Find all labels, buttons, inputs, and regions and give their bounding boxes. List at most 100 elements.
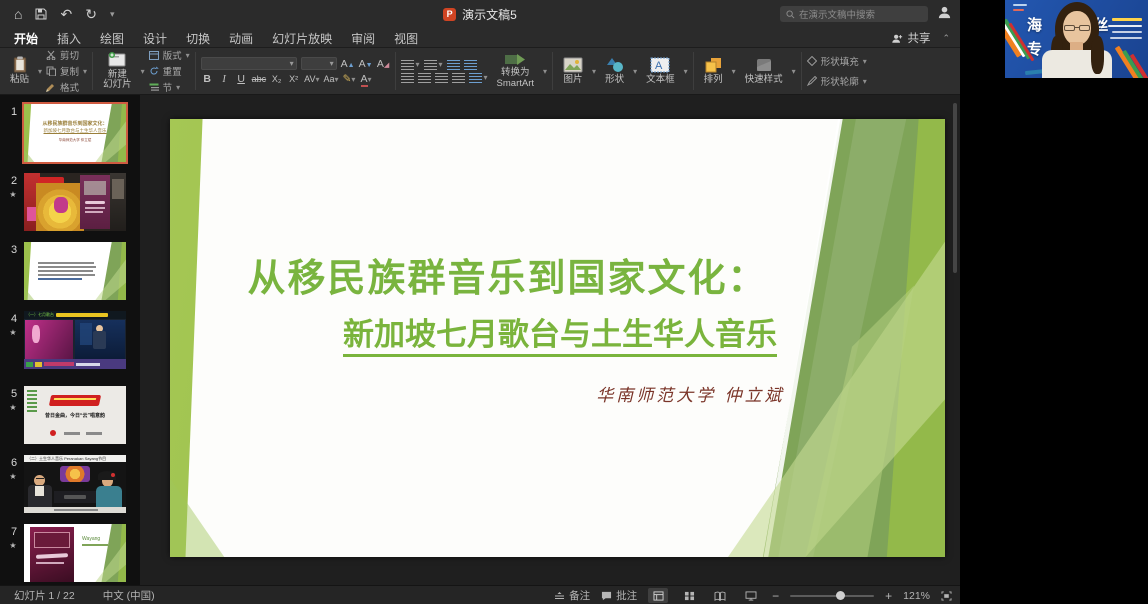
change-case-button[interactable]: Aa▾ xyxy=(324,74,339,84)
slide-sorter-view-button[interactable] xyxy=(679,588,699,603)
reading-view-button[interactable] xyxy=(710,588,730,603)
align-right-button[interactable] xyxy=(435,73,448,83)
slide-thumbnail-4[interactable]: （一）七月歌台 xyxy=(24,311,126,369)
animation-star-icon: ★ xyxy=(5,472,21,481)
quick-styles-caret-icon[interactable]: ▾ xyxy=(792,67,796,76)
home-icon[interactable]: ⌂ xyxy=(14,6,22,22)
picture-button[interactable]: 图片 xyxy=(558,56,588,86)
tab-transitions[interactable]: 切换 xyxy=(186,30,210,47)
share-button[interactable]: 共享 xyxy=(891,30,930,46)
arrange-caret-icon[interactable]: ▾ xyxy=(732,67,736,76)
underline-button[interactable]: U xyxy=(235,73,248,85)
new-slide-button[interactable]: 新建幻灯片 xyxy=(98,51,137,92)
normal-view-button[interactable] xyxy=(648,588,668,603)
undo-icon[interactable]: ↶ xyxy=(60,6,72,23)
cut-button[interactable]: 剪切 xyxy=(46,48,87,62)
quick-styles-button[interactable]: 快速样式 xyxy=(740,56,788,86)
zoom-slider-thumb[interactable] xyxy=(836,591,845,600)
new-slide-caret-icon[interactable]: ▾ xyxy=(141,67,145,76)
clear-formatting-button[interactable]: A◢ xyxy=(377,58,390,70)
webcam-overlay[interactable]: 海 上 丝 专 题 xyxy=(1005,0,1148,93)
paste-caret-icon[interactable]: ▾ xyxy=(38,67,42,76)
slideshow-view-button[interactable] xyxy=(741,588,761,603)
line-spacing-button[interactable]: ▾ xyxy=(469,73,488,83)
font-color-button[interactable]: A▾ xyxy=(360,73,373,85)
font-size-select[interactable] xyxy=(301,57,337,70)
language-indicator[interactable]: 中文 (中国) xyxy=(103,588,155,603)
align-left-button[interactable] xyxy=(401,73,414,83)
tab-draw[interactable]: 绘图 xyxy=(100,30,124,47)
decrease-font-button[interactable]: A▼ xyxy=(359,58,373,70)
zoom-level[interactable]: 121% xyxy=(903,590,930,602)
section-button[interactable]: 节▾ xyxy=(149,80,190,94)
character-spacing-button[interactable]: AV▾ xyxy=(304,74,319,84)
slide-author-text[interactable]: 华南师范大学 仲立斌 xyxy=(596,381,906,406)
decrease-indent-button[interactable] xyxy=(447,60,460,70)
italic-button[interactable]: I xyxy=(218,74,231,85)
smartart-icon xyxy=(504,53,526,66)
slide-thumbnail-1[interactable]: 从移民族群音乐到国家文化： 新加坡七月歌台与土生华人音乐 华南师范大学 仲立斌 xyxy=(24,104,126,162)
comments-toggle[interactable]: 批注 xyxy=(601,588,637,603)
layout-icon xyxy=(149,51,159,60)
textbox-caret-icon[interactable]: ▾ xyxy=(684,67,688,76)
convert-to-smartart-button[interactable]: 转换为SmartArt xyxy=(492,52,539,90)
superscript-button[interactable]: X² xyxy=(287,74,300,84)
slide-thumbnail-3[interactable] xyxy=(24,242,126,300)
quick-access-caret-icon[interactable]: ▾ xyxy=(110,9,115,20)
format-painter-button[interactable]: 格式 xyxy=(46,80,87,94)
shapes-button[interactable]: 形状 xyxy=(600,56,629,86)
zoom-in-button[interactable]: + xyxy=(885,589,892,603)
shape-outline-button[interactable]: 形状轮廓▾ xyxy=(807,74,867,88)
justify-button[interactable] xyxy=(452,73,465,83)
notes-toggle[interactable]: 备注 xyxy=(554,588,590,603)
account-icon[interactable] xyxy=(937,5,952,20)
bold-button[interactable]: B xyxy=(201,73,214,85)
tab-view[interactable]: 视图 xyxy=(394,30,418,47)
arrange-button[interactable]: 排列 xyxy=(699,56,728,86)
tab-design[interactable]: 设计 xyxy=(143,30,167,47)
tab-home[interactable]: 开始 xyxy=(14,30,38,47)
layout-button[interactable]: 版式▾ xyxy=(149,48,190,62)
slide-thumbnail-7[interactable]: Wayang xyxy=(24,524,126,582)
zoom-out-button[interactable]: − xyxy=(772,589,779,603)
shapes-caret-icon[interactable]: ▾ xyxy=(633,67,637,76)
fit-to-window-button[interactable] xyxy=(941,591,952,601)
bullets-button[interactable]: ▾ xyxy=(401,60,420,70)
slide-thumbnail-5[interactable]: 昔日金曲，今日“云”唱意韵 xyxy=(24,386,126,444)
copy-button[interactable]: 复制▾ xyxy=(46,64,87,78)
picture-caret-icon[interactable]: ▾ xyxy=(592,67,596,76)
tab-animations[interactable]: 动画 xyxy=(229,30,253,47)
increase-font-button[interactable]: A▲ xyxy=(341,58,355,70)
slide-thumbnail-2[interactable] xyxy=(24,173,126,231)
paste-button[interactable]: 粘贴 xyxy=(5,55,34,86)
collapse-ribbon-icon[interactable]: ⌃ xyxy=(942,33,950,44)
textbox-button[interactable]: A 文本框 xyxy=(641,56,680,86)
slide-title-line2[interactable]: 新加坡七月歌台与土生华人音乐 xyxy=(280,309,840,354)
thumbnail-item-3: 3 xyxy=(0,242,140,301)
tab-slideshow[interactable]: 幻灯片放映 xyxy=(272,30,332,47)
zoom-slider[interactable] xyxy=(790,595,874,597)
strikethrough-button[interactable]: abc xyxy=(252,74,267,84)
thumbnail-item-2: 2 ★ xyxy=(0,173,140,232)
slide-thumbnail-6[interactable]: （二）土生华人音乐 Peranakan Sayang节目 xyxy=(24,455,126,513)
slide-canvas[interactable]: 从移民族群音乐到国家文化： 新加坡七月歌台与土生华人音乐 华南师范大学 仲立斌 xyxy=(170,119,945,557)
slide-title-line1[interactable]: 从移民族群音乐到国家文化： xyxy=(210,247,805,302)
editor-scrollbar[interactable] xyxy=(953,103,957,273)
redo-icon[interactable]: ↻ xyxy=(85,6,97,23)
save-icon[interactable] xyxy=(35,8,47,20)
numbering-button[interactable]: ▾ xyxy=(424,60,443,70)
shape-fill-button[interactable]: 形状填充▾ xyxy=(807,54,867,68)
align-center-button[interactable] xyxy=(418,73,431,83)
reset-button[interactable]: 重置 xyxy=(149,64,190,78)
banner-logo xyxy=(1013,4,1027,6)
increase-indent-button[interactable] xyxy=(464,60,477,70)
tab-review[interactable]: 审阅 xyxy=(351,30,375,47)
search-input[interactable]: 在演示文稿中搜索 xyxy=(780,6,928,22)
shape-format-group: 形状填充▾ 形状轮廓▾ xyxy=(802,48,872,94)
shape-fill-icon xyxy=(807,56,817,66)
font-name-select[interactable] xyxy=(201,57,297,70)
tab-insert[interactable]: 插入 xyxy=(57,30,81,47)
subscript-button[interactable]: X₂ xyxy=(270,74,283,84)
highlight-button[interactable]: ✎▾ xyxy=(343,73,356,85)
smartart-caret-icon[interactable]: ▾ xyxy=(543,67,547,76)
